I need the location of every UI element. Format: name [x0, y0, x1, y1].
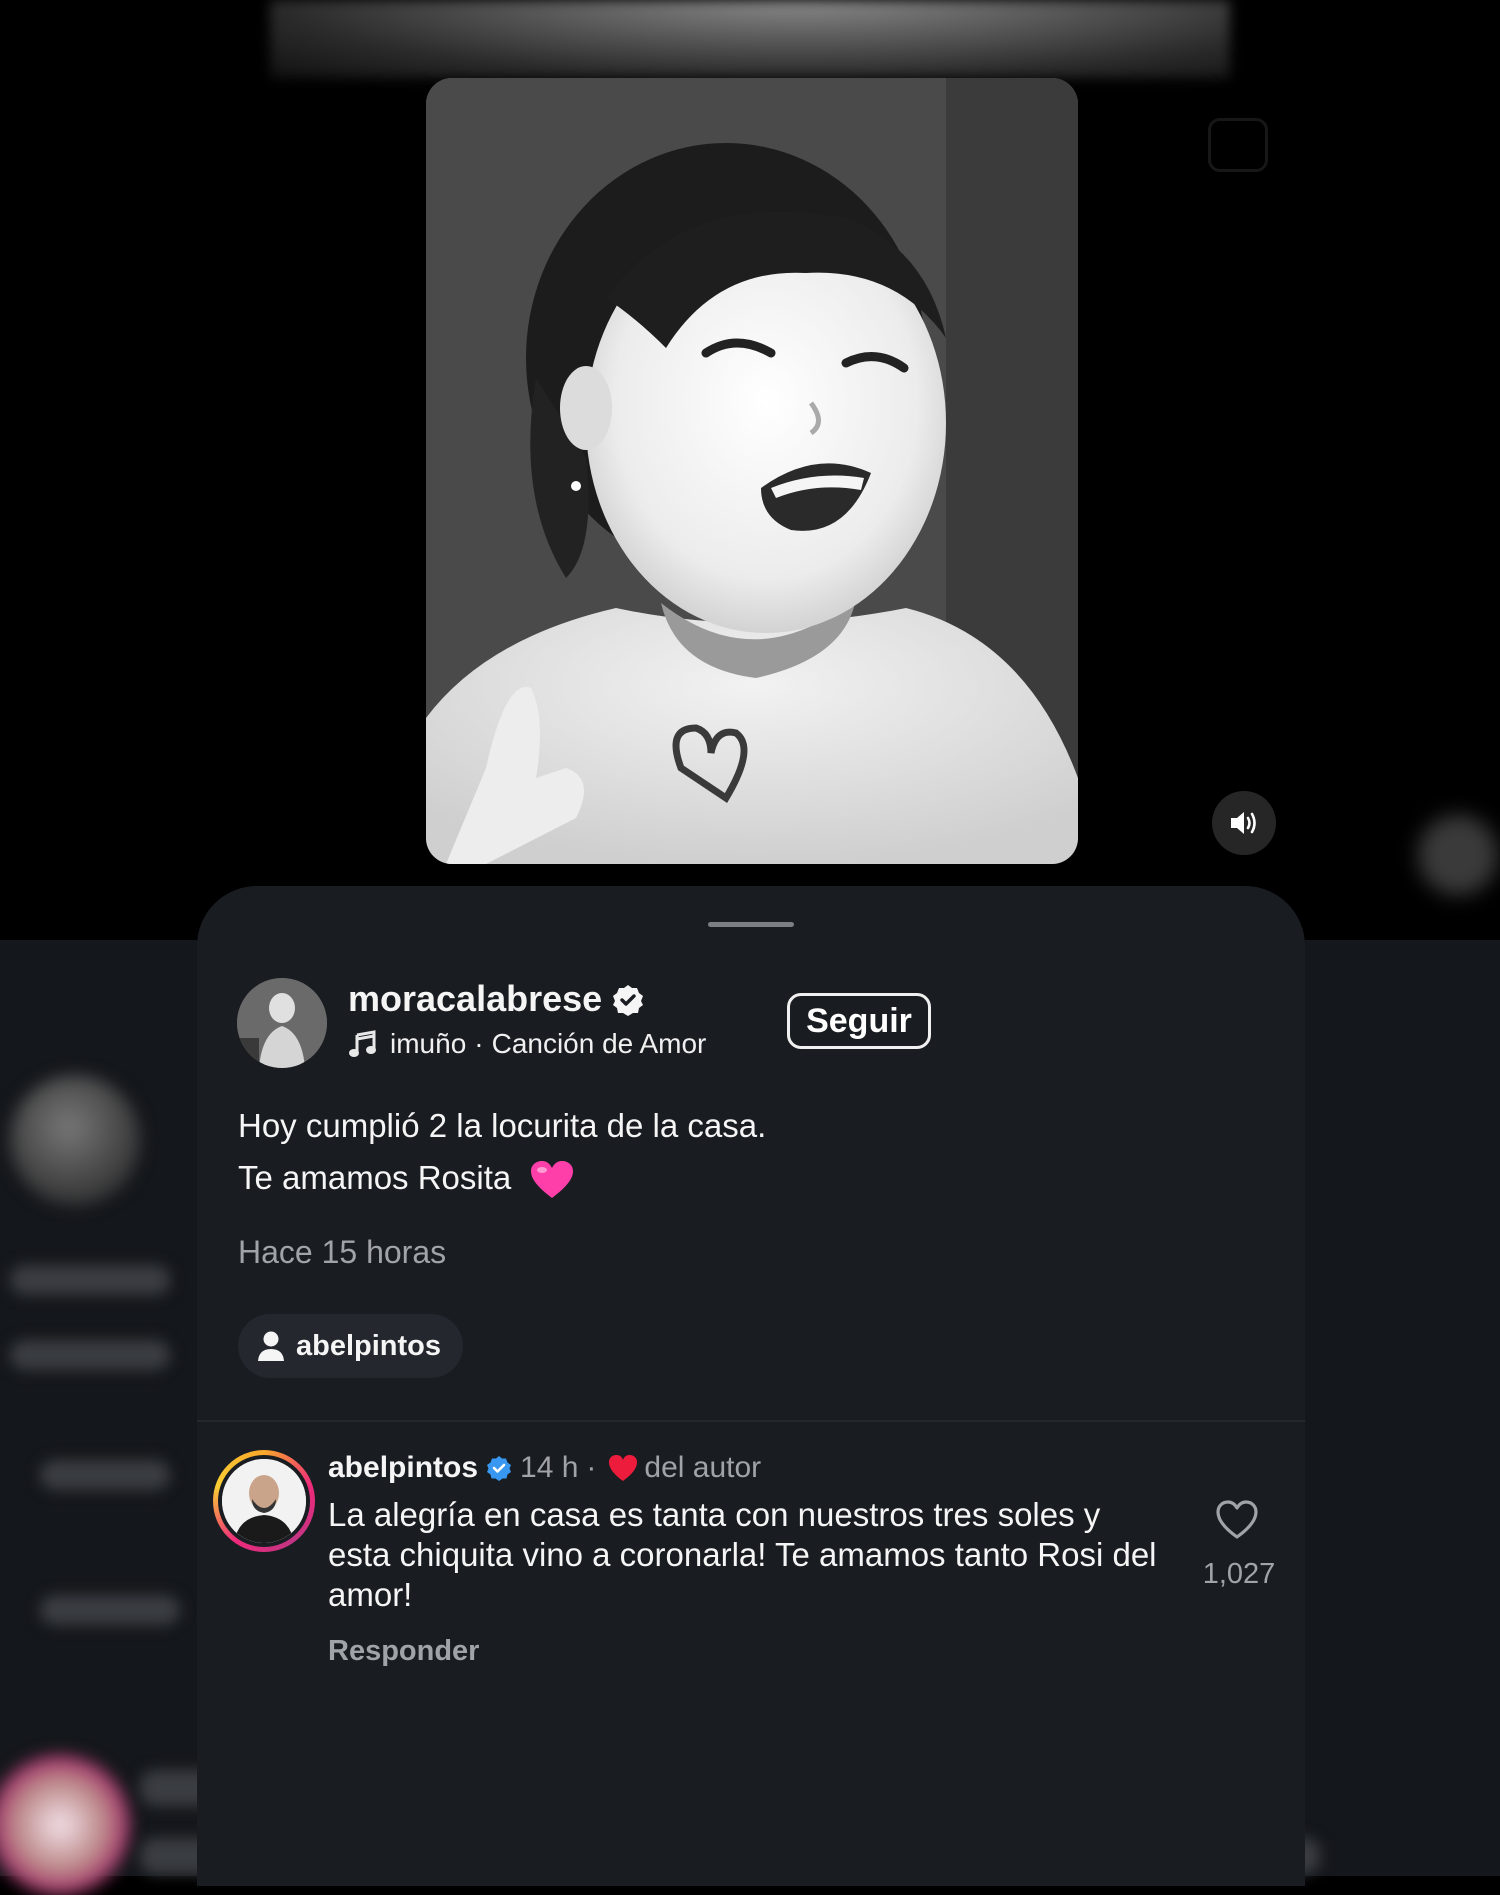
child-portrait-image — [426, 78, 1078, 864]
music-attribution[interactable]: imuño · Canción de Amor — [348, 1028, 706, 1060]
background-blur-text — [40, 1595, 180, 1625]
comment-text: La alegría en casa es tanta con nuestros… — [328, 1496, 1157, 1613]
reply-button[interactable]: Responder — [328, 1635, 479, 1668]
like-count: 1,027 — [1202, 1558, 1276, 1590]
comment-header: abelpintos 14 h · del autor — [328, 1451, 761, 1485]
avatar-image — [222, 1459, 306, 1543]
volume-icon — [1231, 812, 1256, 834]
background-previous-media — [270, 0, 1230, 78]
sheet-grabber[interactable] — [708, 922, 794, 927]
post-caption: Hoy cumplió 2 la locurita de la casa. Te… — [238, 1100, 766, 1204]
verified-badge-icon — [613, 985, 643, 1016]
like-heart-icon[interactable] — [1216, 1500, 1258, 1540]
story-photo[interactable] — [426, 78, 1078, 864]
avatar[interactable] — [237, 978, 327, 1068]
tagged-user-chip[interactable]: abelpintos — [238, 1314, 464, 1378]
background-blur-avatar — [10, 1075, 140, 1205]
music-separator: · — [474, 1028, 484, 1059]
background-blur-text — [10, 1265, 170, 1295]
caption-line: Hoy cumplió 2 la locurita de la casa. — [238, 1107, 767, 1144]
post-timestamp: Hace 15 horas — [238, 1234, 447, 1270]
music-note-icon — [349, 1030, 376, 1057]
comment-avatar[interactable] — [213, 1450, 315, 1552]
story-info-sheet[interactable]: moracalabrese imuño · Canción de Amor Se… — [197, 886, 1305, 1886]
comment-time: 14 h — [520, 1451, 579, 1484]
red-heart-icon — [609, 1455, 638, 1481]
avatar-ring-gap — [218, 1455, 310, 1547]
caption-line: Te amamos Rosita — [238, 1159, 512, 1196]
music-song: Canción de Amor — [491, 1028, 707, 1059]
verified-badge-icon — [487, 1456, 512, 1481]
divider — [197, 1420, 1305, 1422]
camera-icon — [1208, 118, 1268, 172]
person-icon — [258, 1331, 284, 1361]
comment-separator: · — [586, 1451, 597, 1484]
background-blur — [1418, 815, 1498, 895]
caption-line-with-emoji: Te amamos Rosita — [238, 1152, 766, 1204]
background-blur-text — [40, 1460, 170, 1490]
follow-button[interactable]: Seguir — [787, 993, 931, 1049]
author-liked-label: del autor — [644, 1451, 762, 1484]
comment-username[interactable]: abelpintos — [328, 1451, 478, 1485]
music-artist: imuño — [390, 1028, 467, 1059]
pink-heart-emoji — [531, 1161, 574, 1199]
avatar-image — [237, 978, 327, 1068]
volume-button[interactable] — [1212, 791, 1276, 855]
background-blur-text — [10, 1340, 170, 1370]
post-username[interactable]: moracalabrese — [348, 978, 602, 1020]
tagged-username: abelpintos — [296, 1329, 442, 1362]
